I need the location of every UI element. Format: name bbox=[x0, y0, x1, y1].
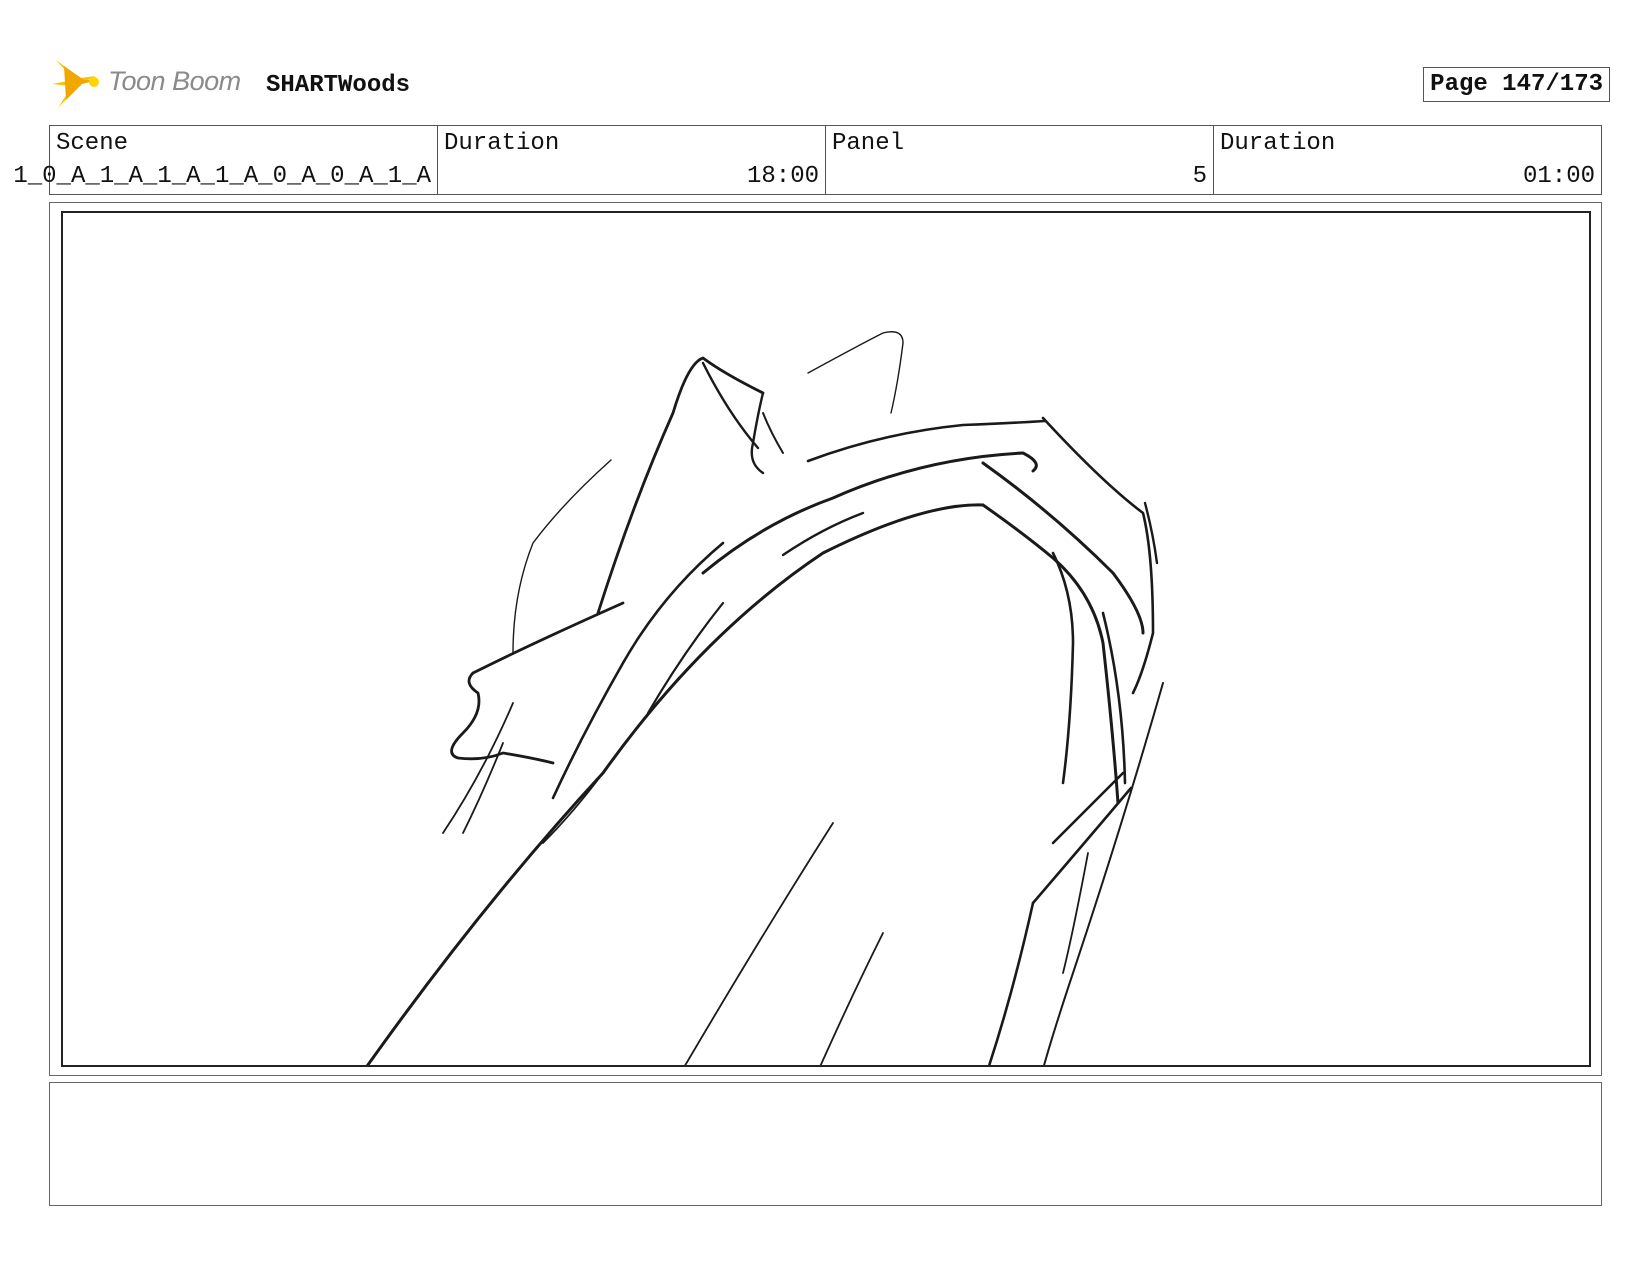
scene-label: Scene bbox=[56, 130, 129, 157]
toon-boom-logo: Toon Boom bbox=[50, 56, 250, 112]
logo-text: Toon Boom bbox=[108, 66, 241, 96]
panel-notes-box[interactable] bbox=[49, 1082, 1602, 1206]
starburst-icon bbox=[52, 60, 99, 108]
scene-duration-value: 18:00 bbox=[746, 163, 819, 190]
scene-duration-label: Duration bbox=[444, 130, 560, 157]
page-header: Toon Boom SHARTWoods Page 147/173 bbox=[50, 56, 1610, 116]
panel-duration-cell: Duration 01:00 bbox=[1214, 126, 1601, 194]
panel-label: Panel bbox=[832, 130, 905, 157]
scene-value: 1_0_A_1_A_1_A_1_A_0_A_0_A_1_A bbox=[13, 163, 431, 190]
scene-duration-cell: Duration 18:00 bbox=[438, 126, 826, 194]
panel-duration-label: Duration bbox=[1220, 130, 1336, 157]
panel-number: 5 bbox=[1192, 163, 1207, 190]
panel-cell: Panel 5 bbox=[826, 126, 1214, 194]
page-indicator: Page 147/173 bbox=[1423, 67, 1610, 102]
sketch-drawing bbox=[366, 331, 1164, 1065]
storyboard-drawing bbox=[61, 211, 1591, 1067]
project-title: SHARTWoods bbox=[266, 72, 411, 99]
panel-info-table: Scene 1_0_A_1_A_1_A_1_A_0_A_0_A_1_A Dura… bbox=[13, 125, 1602, 195]
scene-cell: Scene 1_0_A_1_A_1_A_1_A_0_A_0_A_1_A bbox=[13, 126, 438, 194]
storyboard-panel-frame bbox=[49, 202, 1602, 1076]
panel-duration-value: 01:00 bbox=[1522, 163, 1595, 190]
